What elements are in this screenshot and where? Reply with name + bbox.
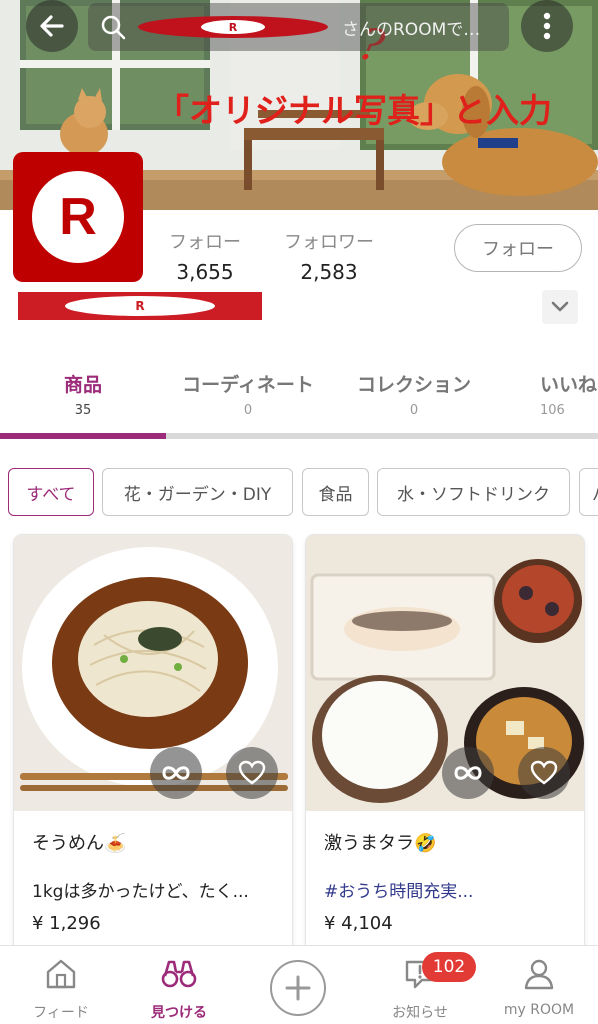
search-icon — [100, 13, 128, 41]
user-icon — [524, 959, 554, 990]
product-title: そうめん🍝 — [32, 833, 127, 854]
product-hashtag[interactable]: #おうち時間充実... — [324, 877, 473, 902]
tab-items[interactable]: 商品 35 — [40, 370, 126, 418]
binoculars-icon — [161, 960, 197, 988]
chevron-down-icon — [551, 301, 569, 312]
chip-food[interactable]: 食品 — [302, 468, 369, 516]
infinity-icon — [162, 766, 190, 780]
more-options-button[interactable] — [521, 0, 573, 52]
product-card[interactable]: そうめん🍝 1kgは多かったけど、たく... ¥ 1,296 — [14, 535, 292, 955]
avatar: R — [13, 152, 143, 282]
chip-all[interactable]: すべて — [8, 468, 94, 516]
heart-icon — [530, 760, 558, 785]
tab-likes[interactable]: いいね 106 — [540, 370, 598, 418]
rakuten-logo-icon: R — [32, 171, 124, 263]
nav-find[interactable]: 見つける — [144, 958, 214, 1022]
search-placeholder: さんのROOMで… — [342, 19, 481, 40]
redacted-profile-name: R — [18, 292, 262, 320]
nav-feed[interactable]: フィード — [26, 958, 96, 1022]
infinity-icon — [454, 766, 482, 780]
plus-icon — [285, 975, 311, 1001]
category-filter: すべて 花・ガーデン・DIY 食品 水・ソフトドリンク パ — [0, 468, 598, 518]
follower-stat[interactable]: フォロワー 2,583 — [276, 228, 382, 284]
like-button[interactable] — [518, 747, 570, 799]
home-icon — [46, 959, 76, 989]
expand-profile-button[interactable] — [542, 290, 578, 324]
tab-coordinates[interactable]: コーディネート 0 — [172, 370, 324, 418]
post-button[interactable] — [270, 960, 326, 1016]
notification-badge: 102 — [422, 952, 476, 982]
product-title: 激うまタラ🤣 — [324, 833, 437, 854]
follow-stat[interactable]: フォロー 3,655 — [162, 228, 248, 284]
follower-count: 2,583 — [300, 260, 358, 284]
annotation-text: 「オリジナル写真」と入力 — [156, 91, 552, 130]
product-price: ¥ 1,296 — [32, 913, 101, 934]
like-button[interactable] — [226, 747, 278, 799]
heart-icon — [238, 760, 266, 785]
chip-garden-diy[interactable]: 花・ガーデン・DIY — [102, 468, 293, 516]
product-price: ¥ 4,104 — [324, 913, 393, 934]
search-input[interactable]: R さんのROOMで… — [88, 3, 509, 51]
follow-count: 3,655 — [176, 260, 234, 284]
bottom-navigation: フィード 見つける お知らせ my ROOM — [0, 945, 598, 1024]
add-to-collection-button[interactable] — [150, 747, 202, 799]
back-button[interactable] — [26, 0, 78, 52]
more-vertical-icon — [543, 12, 551, 40]
tab-collections[interactable]: コレクション 0 — [346, 370, 482, 418]
product-description: 1kgは多かったけど、たく... — [32, 882, 249, 902]
product-card[interactable]: 激うまタラ🤣 #おうち時間充実... ¥ 4,104 — [306, 535, 584, 955]
arrow-left-icon — [40, 15, 64, 37]
add-to-collection-button[interactable] — [442, 747, 494, 799]
redacted-user-name: R — [138, 16, 328, 38]
follow-button[interactable]: フォロー — [454, 224, 582, 272]
chip-water-soft-drink[interactable]: 水・ソフトドリンク — [377, 468, 570, 516]
follower-label: フォロワー — [284, 232, 374, 253]
chip-next[interactable]: パ — [579, 468, 598, 516]
tab-active-indicator — [0, 433, 166, 439]
content-tabs: 商品 35 コーディネート 0 コレクション 0 いいね 106 — [0, 360, 598, 440]
nav-my-room[interactable]: my ROOM — [494, 958, 584, 1018]
follow-label: フォロー — [169, 232, 241, 253]
